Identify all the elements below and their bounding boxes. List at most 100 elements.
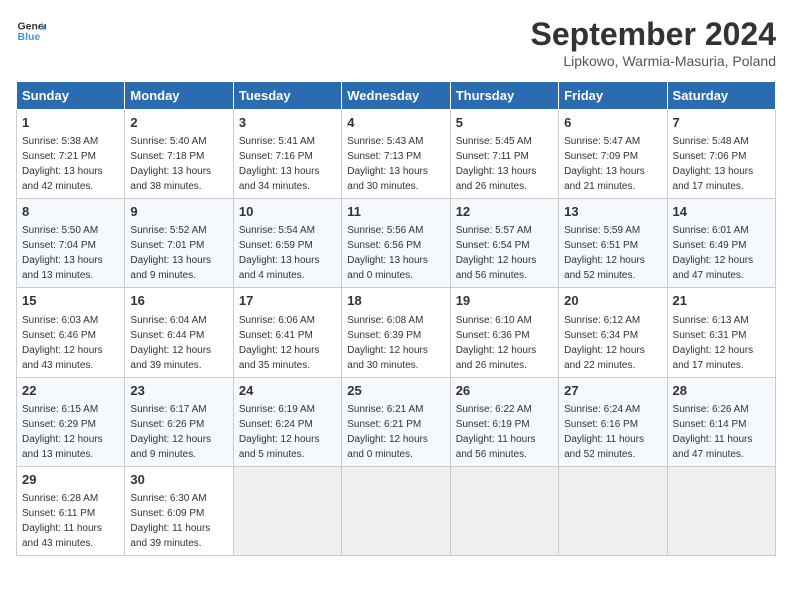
col-monday: Monday	[125, 82, 233, 110]
cell-line: Sunset: 6:11 PM	[22, 508, 95, 519]
cell-line: and 39 minutes.	[130, 360, 201, 371]
cell-line: Daylight: 12 hours	[456, 345, 537, 356]
col-tuesday: Tuesday	[233, 82, 341, 110]
logo-icon: General Blue	[16, 16, 46, 46]
cell-line: and 38 minutes.	[130, 181, 201, 192]
calendar-table: Sunday Monday Tuesday Wednesday Thursday…	[16, 81, 776, 556]
cell-line: Sunrise: 6:10 AM	[456, 315, 532, 326]
cell-line: Daylight: 13 hours	[673, 166, 754, 177]
cell-line: Sunrise: 5:38 AM	[22, 136, 98, 147]
cell-line: Sunset: 7:11 PM	[456, 151, 529, 162]
cell-line: and 26 minutes.	[456, 360, 527, 371]
cell-line: Sunset: 7:18 PM	[130, 151, 204, 162]
cell-line: Sunset: 7:21 PM	[22, 151, 96, 162]
cell-line: Sunrise: 6:01 AM	[673, 225, 749, 236]
day-number: 26	[456, 382, 553, 400]
cell-line: Daylight: 12 hours	[347, 434, 428, 445]
cell-line: and 30 minutes.	[347, 360, 418, 371]
cell-line: Daylight: 11 hours	[673, 434, 753, 445]
day-number: 3	[239, 114, 336, 132]
day-number: 16	[130, 292, 227, 310]
month-title: September 2024	[531, 16, 776, 53]
cell-line: Daylight: 12 hours	[22, 345, 103, 356]
day-26: 26Sunrise: 6:22 AMSunset: 6:19 PMDayligh…	[450, 377, 558, 466]
day-30: 30Sunrise: 6:30 AMSunset: 6:09 PMDayligh…	[125, 466, 233, 555]
cell-line: Sunset: 6:49 PM	[673, 240, 747, 251]
cell-line: Sunset: 6:41 PM	[239, 330, 313, 341]
day-number: 20	[564, 292, 661, 310]
day-number: 27	[564, 382, 661, 400]
cell-line: and 47 minutes.	[673, 449, 744, 460]
cell-line: and 13 minutes.	[22, 449, 93, 460]
cell-line: and 30 minutes.	[347, 181, 418, 192]
cell-line: Sunset: 7:16 PM	[239, 151, 313, 162]
cell-line: Sunset: 6:16 PM	[564, 419, 638, 430]
cell-line: Sunrise: 6:06 AM	[239, 315, 315, 326]
day-number: 11	[347, 203, 444, 221]
cell-line: Sunrise: 5:40 AM	[130, 136, 206, 147]
cell-line: Sunset: 6:24 PM	[239, 419, 313, 430]
week-row-5: 29 Sunrise: 6:28 AM Sunset: 6:11 PM Dayligh…	[17, 466, 776, 555]
location-subtitle: Lipkowo, Warmia-Masuria, Poland	[531, 53, 776, 69]
cell-line: Sunrise: 6:28 AM	[22, 493, 98, 504]
cell-line: Sunset: 7:01 PM	[130, 240, 204, 251]
day-number: 29	[22, 471, 119, 489]
cell-line: Sunrise: 6:12 AM	[564, 315, 640, 326]
cell-line: and 35 minutes.	[239, 360, 310, 371]
cell-line: Daylight: 12 hours	[22, 434, 103, 445]
page-header: General Blue September 2024 Lipkowo, War…	[16, 16, 776, 69]
cell-line: Sunset: 6:51 PM	[564, 240, 638, 251]
day-13: 13Sunrise: 5:59 AMSunset: 6:51 PMDayligh…	[559, 199, 667, 288]
svg-text:Blue: Blue	[18, 31, 41, 43]
col-wednesday: Wednesday	[342, 82, 450, 110]
cell-line: and 56 minutes.	[456, 270, 527, 281]
day-18: 18Sunrise: 6:08 AMSunset: 6:39 PMDayligh…	[342, 288, 450, 377]
day-number: 30	[130, 471, 227, 489]
cell-line: Sunset: 6:56 PM	[347, 240, 421, 251]
cell-line: Sunrise: 5:47 AM	[564, 136, 640, 147]
cell-line: Daylight: 13 hours	[130, 255, 211, 266]
cell-line: and 0 minutes.	[347, 449, 413, 460]
day-number: 13	[564, 203, 661, 221]
cell-line: Sunrise: 5:50 AM	[22, 225, 98, 236]
cell-line: Sunrise: 5:45 AM	[456, 136, 532, 147]
cell-line: Sunset: 6:54 PM	[456, 240, 530, 251]
cell-line: Daylight: 13 hours	[347, 166, 428, 177]
cell-line: Daylight: 13 hours	[564, 166, 645, 177]
cell-line: Sunrise: 5:41 AM	[239, 136, 315, 147]
day-number: 24	[239, 382, 336, 400]
cell-line: and 26 minutes.	[456, 181, 527, 192]
cell-line: Sunset: 6:31 PM	[673, 330, 747, 341]
day-28: 28Sunrise: 6:26 AMSunset: 6:14 PMDayligh…	[667, 377, 775, 466]
cell-line: Sunrise: 6:17 AM	[130, 404, 206, 415]
col-sunday: Sunday	[17, 82, 125, 110]
cell-line: Daylight: 11 hours	[22, 523, 102, 534]
cell-line: Daylight: 12 hours	[239, 434, 320, 445]
day-number: 19	[456, 292, 553, 310]
cell-line: Sunset: 7:06 PM	[673, 151, 747, 162]
cell-line: Sunrise: 6:15 AM	[22, 404, 98, 415]
cell-line: and 34 minutes.	[239, 181, 310, 192]
day-number: 21	[673, 292, 770, 310]
cell-line: Daylight: 12 hours	[673, 255, 754, 266]
cell-line: and 4 minutes.	[239, 270, 305, 281]
day-2: 2Sunrise: 5:40 AMSunset: 7:18 PMDaylight…	[125, 110, 233, 199]
cell-line: Sunset: 6:29 PM	[22, 419, 96, 430]
cell-line: Sunrise: 6:13 AM	[673, 315, 749, 326]
cell-line: Sunrise: 6:22 AM	[456, 404, 532, 415]
col-thursday: Thursday	[450, 82, 558, 110]
cell-line: Sunset: 6:19 PM	[456, 419, 530, 430]
cell-line: Daylight: 12 hours	[564, 255, 645, 266]
cell-line: Daylight: 13 hours	[239, 255, 320, 266]
day-24: 24Sunrise: 6:19 AMSunset: 6:24 PMDayligh…	[233, 377, 341, 466]
cell-line: and 52 minutes.	[564, 270, 635, 281]
empty-cell	[450, 466, 558, 555]
cell-line: Sunset: 6:34 PM	[564, 330, 638, 341]
day-number: 12	[456, 203, 553, 221]
day-25: 25Sunrise: 6:21 AMSunset: 6:21 PMDayligh…	[342, 377, 450, 466]
week-row-3: 15Sunrise: 6:03 AMSunset: 6:46 PMDayligh…	[17, 288, 776, 377]
day-3: 3Sunrise: 5:41 AMSunset: 7:16 PMDaylight…	[233, 110, 341, 199]
cell-line: Sunset: 6:26 PM	[130, 419, 204, 430]
day-number: 14	[673, 203, 770, 221]
cell-line: Sunrise: 5:43 AM	[347, 136, 423, 147]
